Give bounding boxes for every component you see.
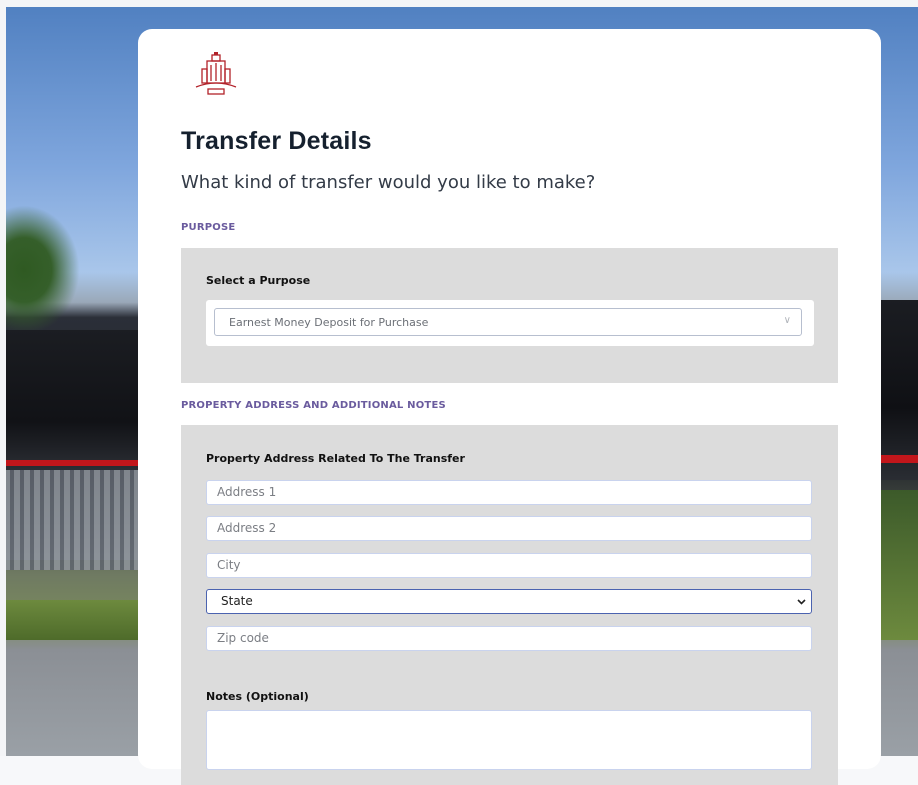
chevron-down-icon: ∨: [783, 315, 791, 326]
notes-label: Notes (Optional): [206, 690, 309, 703]
building-logo-icon: [195, 52, 237, 95]
background-stripe-left: [0, 460, 140, 466]
background-grass: [0, 600, 140, 640]
address2-input[interactable]: Address 2: [206, 516, 812, 541]
select-purpose-label: Select a Purpose: [206, 274, 311, 287]
address2-placeholder: Address 2: [217, 521, 277, 535]
page-title: Transfer Details: [181, 127, 372, 155]
background-fence: [0, 470, 140, 570]
background-stripe-right: [880, 455, 918, 463]
notes-textarea[interactable]: [206, 710, 812, 770]
city-input[interactable]: City: [206, 553, 812, 578]
property-address-label: Property Address Related To The Transfer: [206, 452, 465, 465]
background-tree: [0, 205, 80, 335]
address1-placeholder: Address 1: [217, 485, 277, 499]
purpose-select[interactable]: Earnest Money Deposit for Purchase ∨: [214, 308, 802, 336]
chevron-down-icon: [797, 599, 806, 605]
address1-input[interactable]: Address 1: [206, 480, 812, 505]
state-select[interactable]: State: [206, 589, 812, 614]
background-building-right: [880, 300, 918, 480]
page-top-edge: [0, 0, 918, 7]
background-greenery-right: [880, 490, 918, 640]
transfer-form-card: Transfer Details What kind of transfer w…: [138, 29, 881, 785]
state-select-value: State: [221, 594, 253, 608]
city-placeholder: City: [217, 558, 241, 572]
purpose-select-value: Earnest Money Deposit for Purchase: [229, 316, 429, 329]
address-section-label: PROPERTY ADDRESS AND ADDITIONAL NOTES: [181, 400, 446, 411]
purpose-select-container: Earnest Money Deposit for Purchase ∨: [206, 300, 814, 346]
zip-input[interactable]: Zip code: [206, 626, 812, 651]
page-subtitle: What kind of transfer would you like to …: [181, 172, 596, 193]
zip-placeholder: Zip code: [217, 631, 269, 645]
purpose-section-label: PURPOSE: [181, 222, 236, 233]
page-left-edge: [0, 0, 6, 756]
